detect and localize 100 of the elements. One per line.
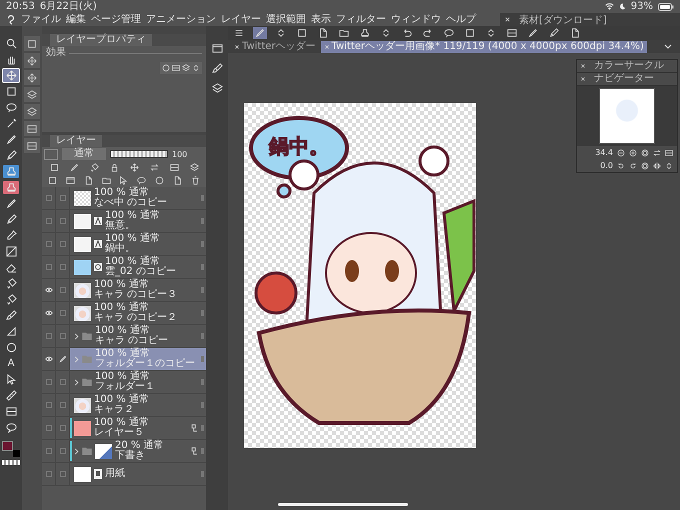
menu-item[interactable]: ヘルプ [446,14,476,24]
close-icon[interactable] [580,63,586,69]
edit-toggle[interactable] [60,402,66,408]
lasso-button[interactable] [442,27,456,39]
document-tab[interactable]: Twitterヘッダー [231,40,319,52]
edit-toggle[interactable] [60,195,66,201]
panel-tab[interactable]: レイヤー [50,135,102,147]
file-icon[interactable] [172,176,182,185]
layer-item[interactable]: 100 % 通常 雲_02 のコピー [70,256,206,278]
drag-handle-icon[interactable] [201,425,204,431]
layer-item[interactable]: 用紙 [70,463,206,485]
layers-icon[interactable] [212,83,222,94]
eye-icon[interactable] [44,310,52,316]
close-icon[interactable] [504,16,511,23]
pencil-button[interactable] [547,27,561,39]
edit-toggle[interactable] [60,379,66,385]
drag-handle-icon[interactable] [201,195,204,201]
visibility-toggle[interactable] [46,333,52,339]
layer-item[interactable]: 100 % 通常 鍋中。 [70,233,206,255]
lasso-icon[interactable] [137,176,146,185]
panel-button[interactable] [24,121,40,136]
drag-handle-icon[interactable] [201,471,204,477]
rotl-icon[interactable] [617,162,625,170]
drag-handle-icon[interactable] [201,448,204,454]
close-icon[interactable] [580,76,586,82]
edit-toggle[interactable] [60,287,66,293]
rotr-icon[interactable] [629,162,637,170]
panel-tab[interactable]: レイヤープロパティ [50,34,152,46]
layer-item[interactable]: 100 % 通常 無意。 [70,210,206,232]
layer-item[interactable]: 100 % 通常 フォルダー１ [70,371,206,393]
document-tab[interactable]: Twitterヘッダー用画像* 119/119 (4000 x 4000px 600dpi 34.4%) [320,40,647,52]
brush-tool[interactable] [3,309,19,322]
minus-icon[interactable] [617,148,625,156]
chevron-down-icon[interactable] [664,44,672,50]
opacity-value[interactable]: 100 [172,150,188,158]
opacity-slider[interactable] [111,151,167,157]
expand-caret-icon[interactable] [74,332,79,340]
sub-color-swatch[interactable] [13,450,20,457]
edit-toggle[interactable] [60,471,66,477]
folder-icon[interactable] [102,176,111,185]
layer-item[interactable]: 100 % 通常 なべ中 のコピー [70,187,206,209]
edit-toggle[interactable] [60,264,66,270]
app-logo-icon[interactable] [6,14,16,24]
visibility-toggle[interactable] [46,264,52,270]
frame-icon[interactable] [665,148,673,156]
frame-icon[interactable] [170,163,178,172]
eye-icon[interactable] [44,287,52,293]
menu-item[interactable]: 選択範囲 [266,14,306,24]
layer-color-button[interactable] [44,148,58,160]
drag-handle-icon[interactable] [201,264,204,270]
menu-item[interactable]: ファイル [21,14,61,24]
folder-button[interactable] [337,27,351,39]
layers-icon[interactable] [190,163,198,172]
edit-toggle[interactable] [60,241,66,247]
menu-item[interactable]: レイヤー [221,14,261,24]
edit-toggle[interactable] [60,448,66,454]
visibility-toggle[interactable] [46,471,52,477]
window-icon[interactable] [66,176,76,185]
visibility-toggle[interactable] [46,379,52,385]
visibility-toggle[interactable] [46,218,52,224]
panel-button[interactable] [24,104,40,119]
layer-item[interactable]: 20 % 通常 下書き [70,440,206,462]
drag-handle-icon[interactable] [201,333,204,339]
plus-icon[interactable] [629,148,637,156]
file-icon[interactable] [84,176,93,185]
angle-value[interactable]: 0.0 [600,161,613,170]
fit-icon[interactable] [641,148,649,156]
transparent-color-swatch[interactable] [2,460,20,465]
select-icon[interactable] [119,176,128,185]
window-icon[interactable] [212,43,222,54]
text-tool[interactable]: A [3,357,19,370]
move-icon[interactable] [130,163,138,172]
drag-handle-icon[interactable] [201,379,204,385]
panel-button[interactable] [24,70,40,85]
menu-item[interactable]: ページ管理 [91,14,141,24]
pen-icon[interactable] [58,355,66,363]
drag-handle-icon[interactable] [201,287,204,293]
drag-handle-icon[interactable] [201,310,204,316]
close-icon[interactable] [234,44,240,50]
zoom-value[interactable]: 34.4 [595,148,613,157]
visibility-toggle[interactable] [46,402,52,408]
panel-button[interactable] [24,87,40,102]
panel-button[interactable] [24,36,40,51]
visibility-toggle[interactable] [46,241,52,247]
visibility-toggle[interactable] [46,448,52,454]
layer-item[interactable]: 100 % 通常 キャラ のコピー３ [70,279,206,301]
main-color-swatch[interactable] [2,441,13,451]
layer-item[interactable]: 100 % 通常 キャラ２ [70,394,206,416]
menu-item[interactable]: アニメーション [146,14,216,24]
menu-item[interactable]: 表示 [311,14,331,24]
layer-item[interactable]: 100 % 通常 キャラ のコピー２ [70,302,206,324]
flip-icon[interactable] [653,162,661,170]
layer-item[interactable]: 100 % 通常 キャラ のコピー [70,325,206,347]
pen-icon[interactable] [70,163,78,172]
edit-toggle[interactable] [60,333,66,339]
menu-item[interactable]: 編集 [66,14,86,24]
blend-mode-dropdown[interactable]: 通常 [62,148,106,160]
updown-icon[interactable] [665,162,673,170]
panel-button[interactable] [24,138,40,153]
drag-handle-icon[interactable] [201,241,204,247]
